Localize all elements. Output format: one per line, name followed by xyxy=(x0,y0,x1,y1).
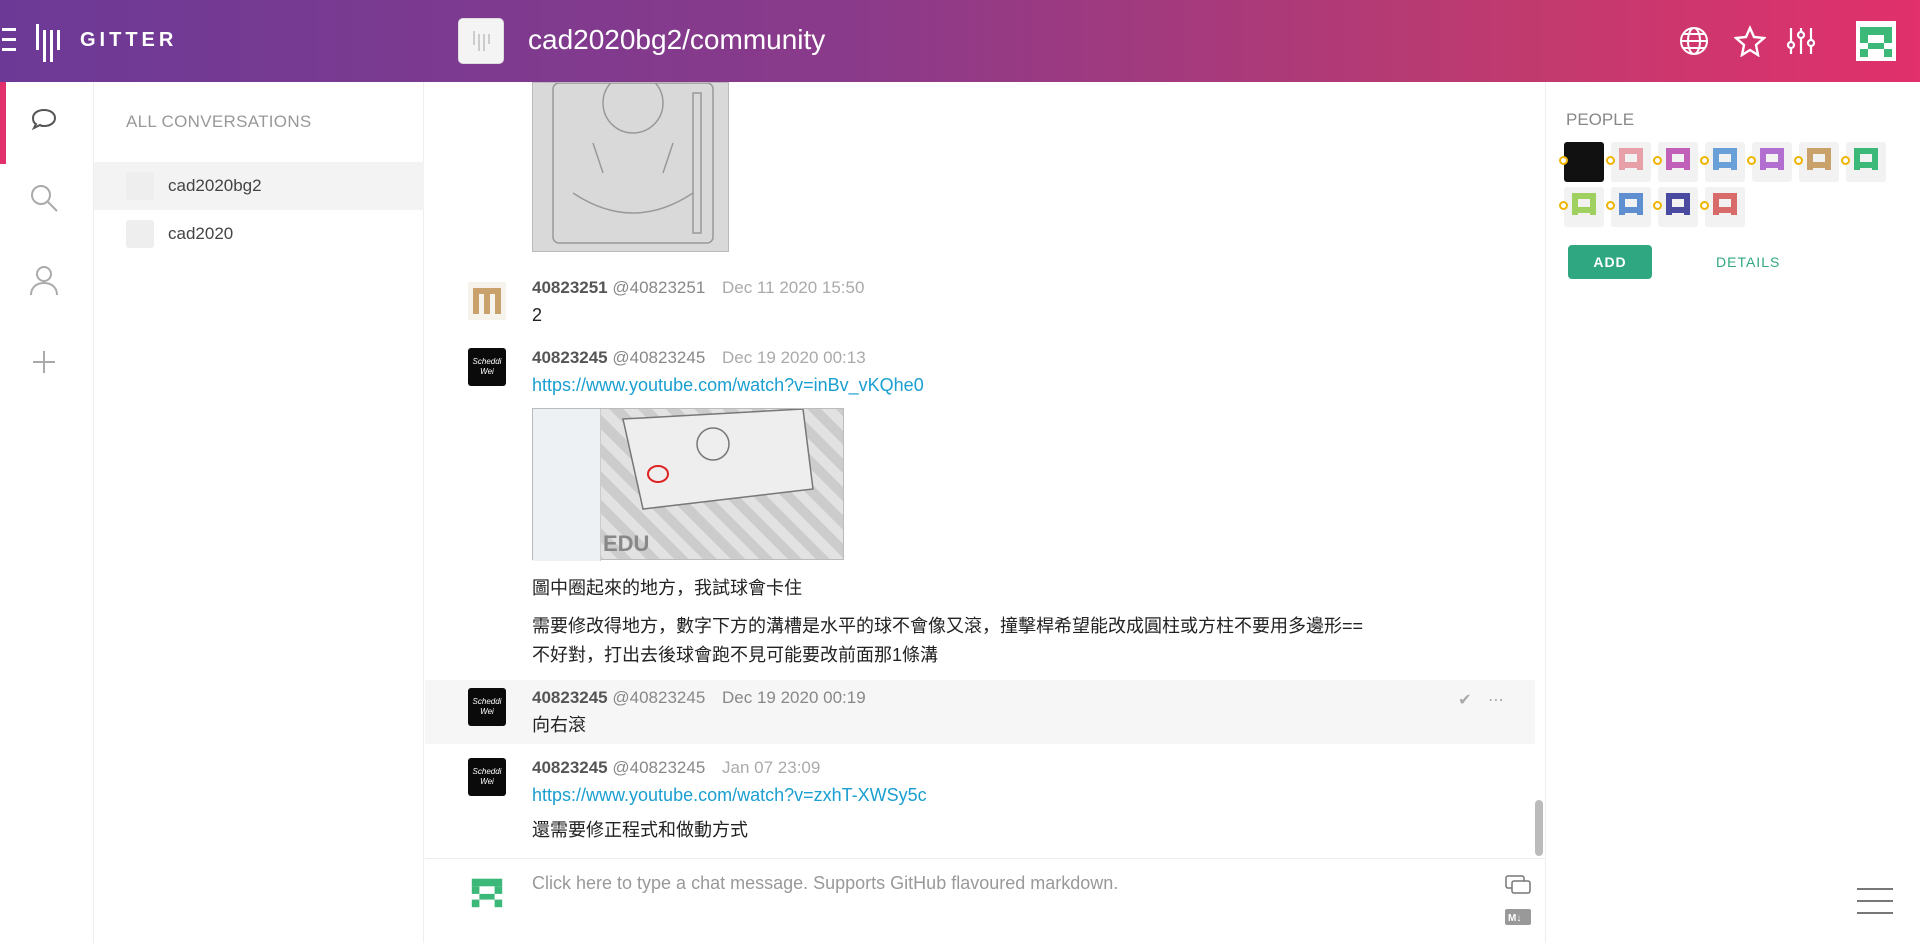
gitter-logo[interactable]: GITTER xyxy=(36,24,178,62)
presence-indicator xyxy=(1559,156,1568,165)
message-meta: 40823251 @40823251 Dec 11 2020 15:50 xyxy=(532,278,864,298)
brand-name: GITTER xyxy=(80,28,178,51)
star-icon[interactable] xyxy=(1733,24,1767,58)
presence-indicator xyxy=(1747,156,1756,165)
settings-sliders-icon[interactable] xyxy=(1784,24,1818,58)
person-avatar[interactable] xyxy=(1700,142,1745,182)
message-link[interactable]: https://www.youtube.com/watch?v=inBv_vKQ… xyxy=(532,371,924,400)
message-image[interactable] xyxy=(532,82,729,252)
gitter-logo-icon xyxy=(36,24,60,62)
message-avatar[interactable]: Scheddi Wei xyxy=(468,758,506,796)
globe-icon[interactable] xyxy=(1677,24,1711,58)
rail-active-indicator xyxy=(0,82,6,164)
message-meta: 40823245 @40823245 Dec 19 2020 00:19 xyxy=(532,688,866,708)
conversation-list-panel: ALL CONVERSATIONS cad2020bg2 cad2020 xyxy=(94,82,424,943)
app-header: GITTER cad2020bg2/community xyxy=(0,0,1920,82)
message-link[interactable]: https://www.youtube.com/watch?v=zxhT-XWS… xyxy=(532,781,927,810)
presence-indicator xyxy=(1606,201,1615,210)
svg-text:M↓: M↓ xyxy=(1508,913,1521,924)
people-panel: PEOPLE ADD DETAILS xyxy=(1545,82,1920,943)
message-avatar[interactable] xyxy=(468,282,506,320)
conversation-avatar xyxy=(126,220,154,248)
presence-indicator xyxy=(1653,156,1662,165)
thumbnail-watermark: EDU xyxy=(603,531,650,556)
chat-input-row: Click here to type a chat message. Suppo… xyxy=(425,858,1545,943)
message-timestamp[interactable]: Dec 19 2020 00:13 xyxy=(722,348,866,367)
message-handle[interactable]: @40823251 xyxy=(612,278,705,297)
message-text: 不好對，打出去後球會跑不見可能要改前面那1條溝 xyxy=(532,645,939,665)
person-avatar[interactable] xyxy=(1559,187,1604,227)
person-icon[interactable] xyxy=(28,264,64,300)
person-avatar[interactable] xyxy=(1700,187,1745,227)
left-rail xyxy=(0,82,94,943)
video-thumbnail[interactable]: EDU xyxy=(532,408,844,561)
message-meta: 40823245 @40823245 Dec 19 2020 00:13 xyxy=(532,348,866,368)
user-avatar[interactable] xyxy=(1856,21,1896,61)
room-title: cad2020bg2/community xyxy=(528,24,826,55)
message-avatar[interactable]: Scheddi Wei xyxy=(468,688,506,726)
markdown-icon[interactable]: M↓ xyxy=(1505,909,1531,929)
person-avatar[interactable] xyxy=(1653,142,1698,182)
people-menu-icon[interactable] xyxy=(1857,888,1893,918)
person-avatar[interactable] xyxy=(1559,142,1604,182)
presence-indicator xyxy=(1653,201,1662,210)
presence-indicator xyxy=(1606,156,1615,165)
chat-area: 40823251 @40823251 Dec 11 2020 15:50 2 S… xyxy=(425,82,1545,859)
presence-indicator xyxy=(1700,201,1709,210)
message-text: 還需要修正程式和做動方式 xyxy=(532,820,748,840)
message-text: 圖中圈起來的地方，我試球會卡住 xyxy=(532,578,802,598)
person-avatar[interactable] xyxy=(1794,142,1839,182)
thumbnail-sidebar xyxy=(533,409,601,561)
conversations-title: ALL CONVERSATIONS xyxy=(126,112,312,131)
message-timestamp[interactable]: Dec 19 2020 00:19 xyxy=(722,688,866,707)
person-avatar[interactable] xyxy=(1653,187,1698,227)
message-text: 需要修改得地方，數字下方的溝槽是水平的球不會像又滾，撞擊桿希望能改成圓柱或方柱不… xyxy=(532,616,1364,636)
room-avatar xyxy=(458,18,504,64)
message-handle[interactable]: @40823245 xyxy=(612,688,705,707)
chat-message-input[interactable]: Click here to type a chat message. Suppo… xyxy=(532,873,1132,894)
room-details-link[interactable]: DETAILS xyxy=(1716,254,1780,270)
conversation-item-cad2020[interactable]: cad2020 xyxy=(94,210,424,258)
message-meta: 40823245 @40823245 Jan 07 23:09 xyxy=(532,758,820,778)
message-handle[interactable]: @40823245 xyxy=(612,348,705,367)
input-user-avatar xyxy=(468,873,506,911)
conversation-item-cad2020bg2[interactable]: cad2020bg2 xyxy=(94,162,424,210)
message-avatar[interactable]: Scheddi Wei xyxy=(468,348,506,386)
message-text: 向右滾 xyxy=(532,715,586,735)
presence-indicator xyxy=(1559,201,1568,210)
conversation-label: cad2020 xyxy=(168,224,234,243)
message-timestamp[interactable]: Jan 07 23:09 xyxy=(722,758,820,777)
presence-indicator xyxy=(1794,156,1803,165)
message-timestamp[interactable]: Dec 11 2020 15:50 xyxy=(722,278,864,297)
conversation-label: cad2020bg2 xyxy=(168,176,262,195)
search-icon[interactable] xyxy=(28,182,64,218)
menu-icon[interactable] xyxy=(2,28,16,54)
plus-icon[interactable] xyxy=(28,346,64,382)
presence-indicator xyxy=(1700,156,1709,165)
message-username[interactable]: 40823245 xyxy=(532,758,608,777)
message-username[interactable]: 40823251 xyxy=(532,278,608,297)
presence-indicator xyxy=(1841,156,1850,165)
message-username[interactable]: 40823245 xyxy=(532,348,608,367)
people-title: PEOPLE xyxy=(1566,110,1635,129)
person-avatar[interactable] xyxy=(1841,142,1886,182)
person-avatar[interactable] xyxy=(1606,187,1651,227)
message-handle[interactable]: @40823245 xyxy=(612,758,705,777)
message-actions[interactable]: ✔ ⋯ xyxy=(1458,690,1510,710)
chat-bubble-icon[interactable] xyxy=(28,104,64,140)
message-username[interactable]: 40823245 xyxy=(532,688,608,707)
person-avatar[interactable] xyxy=(1606,142,1651,182)
chat-scrollbar[interactable] xyxy=(1535,800,1543,856)
message-text: 2 xyxy=(532,305,543,325)
person-avatar[interactable] xyxy=(1747,142,1792,182)
conversation-avatar xyxy=(126,172,154,200)
add-people-button[interactable]: ADD xyxy=(1568,245,1652,279)
compose-mode-icon[interactable] xyxy=(1505,875,1531,899)
